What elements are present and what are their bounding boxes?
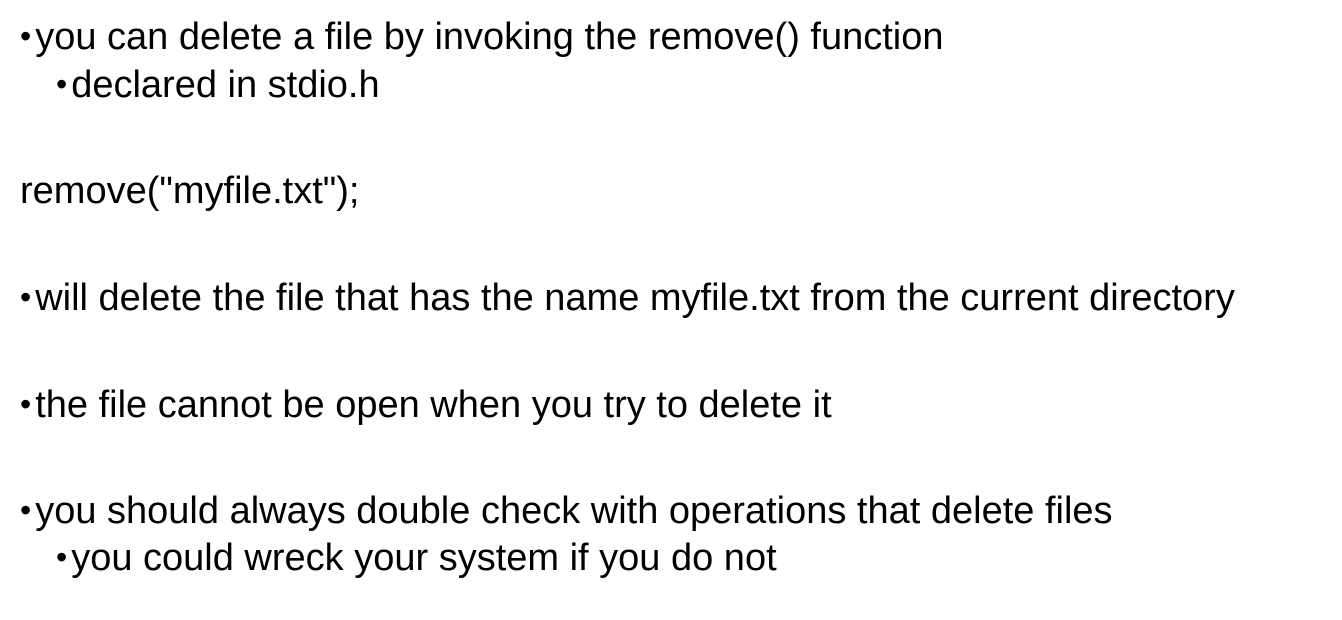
bullet-icon: •	[20, 492, 32, 528]
code-text: remove("myfile.txt");	[20, 170, 360, 212]
bullet-item: • will delete the file that has the name …	[20, 275, 1235, 320]
sub-bullet-item: • you could wreck your system if you do n…	[56, 535, 777, 580]
bullet-text: you can delete a file by invoking the re…	[35, 16, 944, 58]
bullet-text: declared in stdio.h	[71, 64, 380, 106]
bullet-text: the file cannot be open when you try to …	[35, 384, 832, 426]
bullet-item: • you can delete a file by invoking the r…	[20, 14, 944, 59]
bullet-icon: •	[20, 386, 32, 422]
bullet-text: you could wreck your system if you do no…	[71, 537, 777, 579]
bullet-icon: •	[20, 18, 32, 54]
bullet-text: will delete the file that has the name m…	[35, 277, 1235, 319]
slide-content: • you can delete a file by invoking the r…	[0, 0, 1342, 620]
bullet-item: • you should always double check with ope…	[20, 488, 1113, 533]
bullet-icon: •	[20, 279, 32, 315]
bullet-icon: •	[56, 539, 68, 575]
code-example: remove("myfile.txt");	[20, 169, 359, 213]
sub-bullet-item: • declared in stdio.h	[56, 62, 380, 107]
bullet-icon: •	[56, 66, 68, 102]
bullet-text: you should always double check with oper…	[35, 490, 1113, 532]
bullet-item: • the file cannot be open when you try to…	[20, 382, 832, 427]
